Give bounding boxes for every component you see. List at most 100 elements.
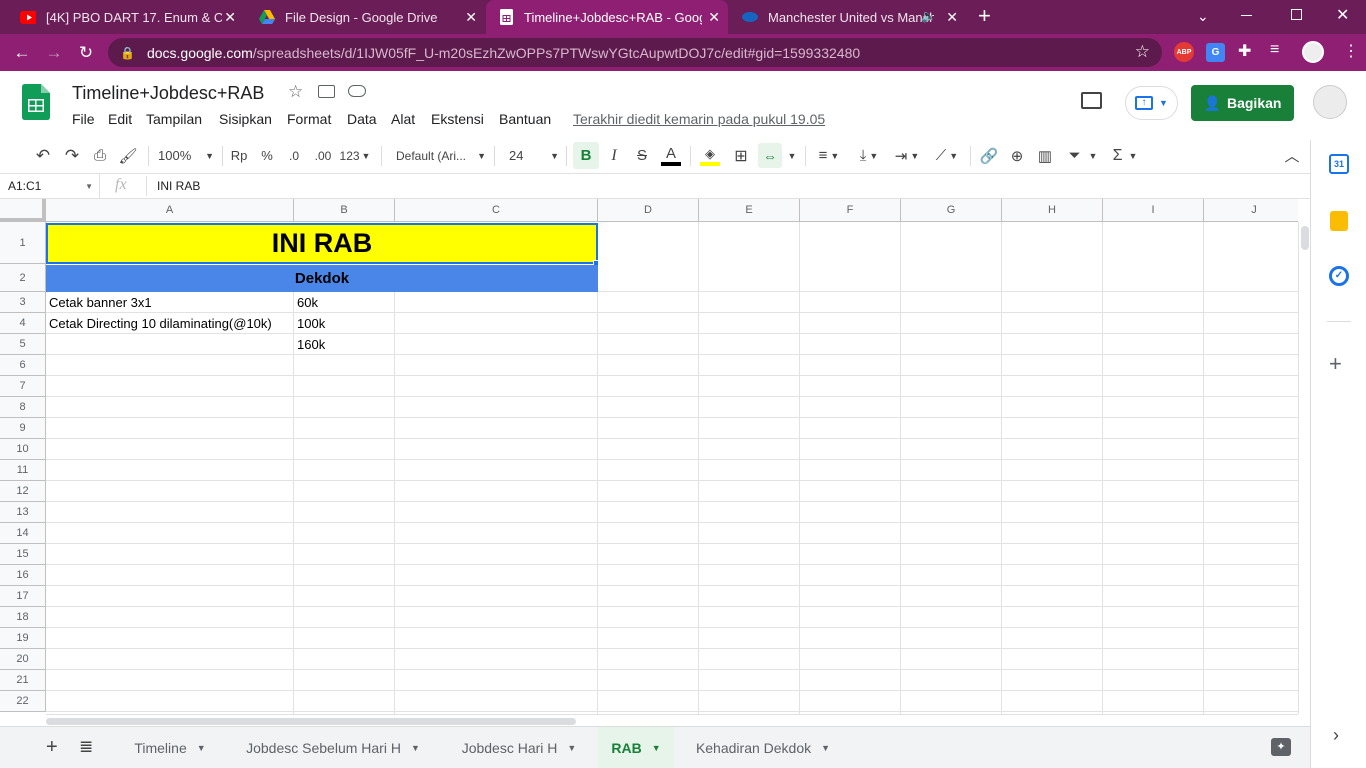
row-header-17[interactable]: 17 xyxy=(0,586,46,607)
print-icon[interactable]: ⎙ xyxy=(89,140,111,171)
text-wrapping-icon[interactable]: ⇥ ▼ xyxy=(891,140,923,171)
column-header-c[interactable]: C xyxy=(395,199,598,222)
cell-b5[interactable]: 160k xyxy=(294,334,394,354)
text-color-button[interactable]: A xyxy=(659,140,683,171)
merge-cells-icon[interactable]: ⇔ xyxy=(758,143,782,168)
menu-file[interactable]: File xyxy=(72,111,95,127)
address-bar[interactable]: 🔒 docs.google.com/spreadsheets/d/1IJW05f… xyxy=(108,38,1162,67)
row-header-2[interactable]: 2 xyxy=(0,264,46,292)
column-header-d[interactable]: D xyxy=(598,199,699,222)
spreadsheet-grid[interactable]: ABCDEFGHIJ 1 2 3 4 5 6 7 8 9 10 11 12 13 14 15 16 17 18 19… xyxy=(0,199,1298,714)
minimize-icon[interactable] xyxy=(1241,15,1252,16)
text-rotation-icon[interactable]: ⟋ ▼ xyxy=(930,140,964,171)
functions-icon[interactable]: Σ ▼ xyxy=(1109,140,1141,171)
cell-b4[interactable]: 100k xyxy=(294,313,394,333)
close-tab-icon[interactable]: ✕ xyxy=(946,9,958,26)
restore-icon[interactable] xyxy=(1291,9,1302,20)
undo-icon[interactable]: ↶ xyxy=(32,140,54,171)
row-header-15[interactable]: 15 xyxy=(0,544,46,565)
column-header-b[interactable]: B xyxy=(294,199,395,222)
font-select[interactable]: Default (Ari... ▼ xyxy=(396,140,486,171)
increase-decimal-button[interactable]: .00 xyxy=(311,140,335,171)
keep-icon[interactable] xyxy=(1330,211,1348,231)
calendar-icon[interactable]: 31 xyxy=(1329,154,1349,174)
extensions-puzzle-icon[interactable]: ✚ xyxy=(1238,41,1251,61)
row-header-8[interactable]: 8 xyxy=(0,397,46,418)
horizontal-scroll-thumb[interactable] xyxy=(46,718,576,725)
new-tab-icon[interactable]: + xyxy=(978,5,991,27)
italic-button[interactable]: I xyxy=(603,140,625,171)
sheet-tab-active[interactable]: RAB ▼ xyxy=(598,727,674,768)
reload-icon[interactable]: ↻ xyxy=(75,42,97,64)
sheet-tab[interactable]: Timeline ▼ xyxy=(117,727,223,768)
share-button[interactable]: 👤 Bagikan xyxy=(1191,85,1294,121)
menu-data[interactable]: Data xyxy=(347,111,377,127)
column-header-h[interactable]: H xyxy=(1002,199,1103,222)
row-header-18[interactable]: 18 xyxy=(0,607,46,628)
select-all-corner[interactable] xyxy=(0,199,46,222)
row-header-20[interactable]: 20 xyxy=(0,649,46,670)
insert-comment-icon[interactable]: ⊕ xyxy=(1006,140,1028,171)
tasks-icon[interactable]: ✓ xyxy=(1329,266,1349,286)
close-tab-icon[interactable]: ✕ xyxy=(465,9,477,26)
translate-extension-icon[interactable]: G xyxy=(1206,43,1225,62)
star-icon[interactable]: ☆ xyxy=(1135,42,1150,62)
paint-format-icon[interactable]: 🖌 xyxy=(117,140,139,171)
row-header-3[interactable]: 3 xyxy=(0,292,46,313)
browser-menu-icon[interactable]: ⋮ xyxy=(1343,41,1359,61)
explore-icon[interactable]: ✦ xyxy=(1271,738,1291,756)
menu-view[interactable]: Tampilan xyxy=(146,111,202,127)
row-header-22[interactable]: 22 xyxy=(0,691,46,712)
browser-tab[interactable]: Manchester United vs Manch 🔈 ✕ xyxy=(730,0,966,34)
column-header-g[interactable]: G xyxy=(901,199,1002,222)
row-header-6[interactable]: 6 xyxy=(0,355,46,376)
menu-edit[interactable]: Edit xyxy=(108,111,132,127)
show-side-panel-icon[interactable]: › xyxy=(1333,725,1339,746)
document-title[interactable]: Timeline+Jobdesc+RAB xyxy=(72,83,264,104)
account-avatar[interactable] xyxy=(1313,85,1347,119)
all-sheets-icon[interactable]: ≣ xyxy=(79,737,93,757)
column-header-i[interactable]: I xyxy=(1103,199,1204,222)
cloud-status-icon[interactable] xyxy=(348,85,366,97)
google-sheets-logo[interactable] xyxy=(22,84,50,120)
formula-input[interactable]: INI RAB xyxy=(157,179,200,193)
font-size-select[interactable]: 24 ▼ xyxy=(509,140,559,171)
row-header-16[interactable]: 16 xyxy=(0,565,46,586)
column-header-j[interactable]: J xyxy=(1204,199,1298,222)
menu-tools[interactable]: Alat xyxy=(391,111,415,127)
filter-icon[interactable]: ⏷ ▼ xyxy=(1063,140,1103,171)
get-addons-icon[interactable]: + xyxy=(1329,351,1342,377)
audio-tab-icon[interactable]: 🔈 xyxy=(921,9,936,23)
star-icon[interactable]: ☆ xyxy=(288,82,303,102)
sheet-tab[interactable]: Jobdesc Hari H ▼ xyxy=(443,727,595,768)
name-box[interactable]: A1:C1 ▼ xyxy=(0,174,100,198)
add-sheet-icon[interactable]: + xyxy=(46,736,58,759)
row-header-9[interactable]: 9 xyxy=(0,418,46,439)
decrease-decimal-button[interactable]: .0 xyxy=(283,140,305,171)
menu-format[interactable]: Format xyxy=(287,111,331,127)
adblock-extension-icon[interactable]: ABP xyxy=(1174,42,1194,62)
zoom-select[interactable]: 100% ▼ xyxy=(158,140,214,171)
insert-link-icon[interactable]: 🔗 xyxy=(977,140,1001,171)
row-header-12[interactable]: 12 xyxy=(0,481,46,502)
browser-tab[interactable]: File Design - Google Drive ✕ xyxy=(247,0,485,34)
back-icon[interactable]: ← xyxy=(11,42,33,64)
column-header-e[interactable]: E xyxy=(699,199,800,222)
forward-icon[interactable]: → xyxy=(43,42,65,64)
row-header-21[interactable]: 21 xyxy=(0,670,46,691)
cell-a4[interactable]: Cetak Directing 10 dilaminating(@10k) xyxy=(46,313,293,333)
strikethrough-button[interactable]: S xyxy=(631,140,653,171)
cell-b3[interactable]: 60k xyxy=(294,292,394,312)
browser-tab[interactable]: [4K] PBO DART 17. Enum & Casc ✕ xyxy=(8,0,244,34)
merged-subtitle-cell[interactable]: Dekdok xyxy=(46,265,598,292)
merge-options-caret[interactable]: ▼ xyxy=(786,140,798,171)
redo-icon[interactable]: ↷ xyxy=(61,140,83,171)
close-tab-icon[interactable]: ✕ xyxy=(224,9,236,26)
menu-help[interactable]: Bantuan xyxy=(499,111,551,127)
horizontal-scrollbar[interactable] xyxy=(46,714,1298,726)
row-header-19[interactable]: 19 xyxy=(0,628,46,649)
horizontal-align-icon[interactable]: ≡ ▼ xyxy=(813,140,845,171)
row-header-4[interactable]: 4 xyxy=(0,313,46,334)
present-button[interactable]: ↑ ▼ xyxy=(1125,86,1178,120)
currency-format-button[interactable]: Rp xyxy=(228,140,250,171)
